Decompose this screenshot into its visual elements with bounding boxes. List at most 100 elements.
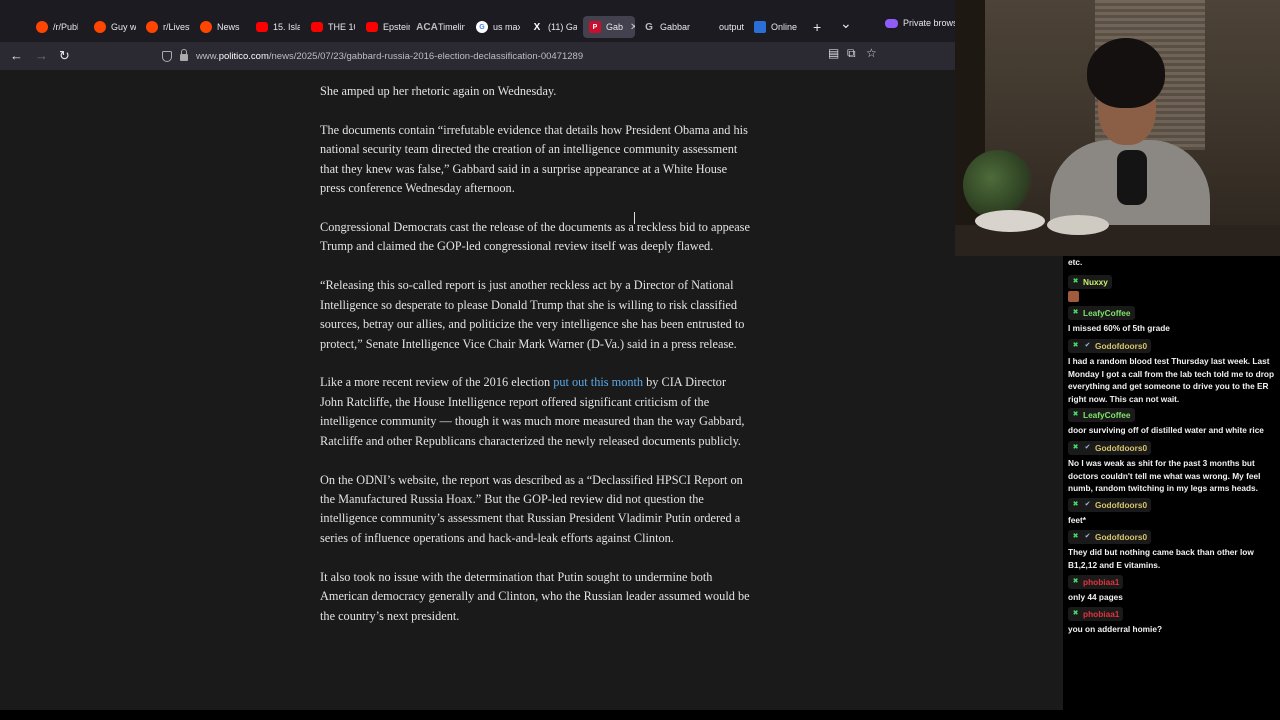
new-tab-button[interactable]: + bbox=[813, 18, 821, 36]
tab-label: Guy wi bbox=[111, 22, 136, 32]
chat-username-chip[interactable]: ✖ ✔ Godofdoors0 bbox=[1068, 530, 1152, 545]
tab-label: News bbox=[217, 22, 240, 32]
browser-tab[interactable]: P Gab ✕ bbox=[583, 16, 635, 38]
reddit-icon bbox=[36, 21, 48, 33]
docs-icon bbox=[754, 21, 766, 33]
browser-tab[interactable]: /r/Publ bbox=[30, 16, 78, 38]
tab-label: output bbox=[719, 22, 744, 32]
blank-icon bbox=[712, 21, 714, 33]
browser-tab[interactable]: Epstein bbox=[360, 16, 410, 38]
forward-button[interactable]: → bbox=[35, 47, 48, 65]
chat-message: ✖ phobiaa1 you on adderral homie? bbox=[1068, 606, 1280, 636]
chat-username: Godofdoors0 bbox=[1095, 532, 1148, 542]
article-paragraph: Congressional Democrats cast the release… bbox=[320, 220, 750, 254]
google-icon: G bbox=[476, 21, 488, 33]
tab-label: 15. Isla bbox=[273, 22, 300, 32]
chat-message: ✖ LeafyCoffee door surviving off of distil… bbox=[1068, 407, 1280, 437]
tab-label: Gab bbox=[606, 22, 624, 32]
webcam-plate bbox=[975, 210, 1045, 232]
browser-tab[interactable]: Guy wi bbox=[88, 16, 136, 38]
chat-username: Nuxxy bbox=[1083, 277, 1108, 287]
chat-username-chip[interactable]: ✖ ✔ Godofdoors0 bbox=[1068, 441, 1152, 456]
grok-icon: G bbox=[645, 21, 653, 33]
browser-tab[interactable]: r/Livest bbox=[140, 16, 190, 38]
lock-icon[interactable] bbox=[180, 49, 188, 61]
chat-badge-icon: ✖ bbox=[1072, 309, 1079, 316]
tab-list-button[interactable]: ⌄ bbox=[840, 14, 852, 32]
back-button[interactable]: ← bbox=[10, 47, 23, 65]
chat-username-chip[interactable]: ✖ LeafyCoffee bbox=[1068, 408, 1135, 423]
tab-label: /r/Publ bbox=[53, 22, 78, 32]
chat-message-text: door surviving off of distilled water an… bbox=[1068, 425, 1264, 436]
chat-message-text: I had a random blood test Thursday last … bbox=[1068, 356, 1275, 404]
article-link-put-out-this-month[interactable]: put out this month bbox=[553, 375, 643, 389]
article-paragraph: It also took no issue with the determina… bbox=[320, 569, 750, 623]
chat-message-text: only 44 pages bbox=[1068, 592, 1123, 603]
chat-message: ✖ ✔ Godofdoors0 feet* bbox=[1068, 497, 1280, 527]
article-paragraph: “Releasing this so-called report is just… bbox=[320, 278, 745, 351]
article-paragraph: Like a more recent review of the 2016 el… bbox=[320, 373, 750, 451]
chat-username: Godofdoors0 bbox=[1095, 443, 1148, 453]
webcam-overlay bbox=[955, 0, 1280, 256]
verified-check-icon: ✔ bbox=[1084, 444, 1091, 451]
browser-tab[interactable]: ACA Timelin bbox=[415, 16, 465, 38]
navigation-toolbar: ← → ↻ www.politico.com/news/2025/07/23/g… bbox=[0, 42, 1063, 70]
private-label: Private browsi bbox=[903, 18, 960, 28]
browser-tab[interactable]: G Gabbar bbox=[637, 16, 697, 38]
tab-label: THE 10 bbox=[328, 22, 355, 32]
article-page[interactable]: She amped up her rhetoric again on Wedne… bbox=[0, 70, 1063, 710]
chat-username: Godofdoors0 bbox=[1095, 341, 1148, 351]
reader-view-icon[interactable]: ▤ bbox=[828, 46, 839, 60]
chat-message-text: No I was weak as shit for the past 3 mon… bbox=[1068, 458, 1261, 494]
bookmark-star-icon[interactable]: ☆ bbox=[866, 46, 877, 60]
tab-strip: /r/Publ Guy wi r/Livest News 15. Isla THE 10 E… bbox=[0, 0, 1063, 42]
reload-button[interactable]: ↻ bbox=[59, 47, 70, 65]
chat-message-text: They did but nothing came back than othe… bbox=[1068, 547, 1254, 570]
browser-tab[interactable]: 15. Isla bbox=[250, 16, 300, 38]
tab-label: us max bbox=[493, 22, 520, 32]
browser-tab[interactable]: News bbox=[194, 16, 244, 38]
chat-badge-icon: ✖ bbox=[1072, 533, 1079, 540]
x-icon: X bbox=[533, 21, 541, 33]
browser-tab[interactable]: X (11) Ga bbox=[525, 16, 577, 38]
tab-label: Timelin bbox=[438, 22, 465, 32]
chat-username: LeafyCoffee bbox=[1083, 308, 1131, 318]
screenshot-icon[interactable]: ⧉ bbox=[847, 46, 856, 61]
politico-icon: P bbox=[589, 21, 601, 33]
webcam-plant bbox=[963, 150, 1033, 220]
chat-message: ✖ ✔ Godofdoors0 No I was weak as shit for t… bbox=[1068, 440, 1280, 495]
tracking-shield-icon[interactable] bbox=[162, 50, 172, 62]
chat-username-chip[interactable]: ✖ phobiaa1 bbox=[1068, 575, 1124, 590]
url-path: /news/2025/07/23/gabbard-russia-2016-ele… bbox=[268, 50, 584, 62]
browser-tab[interactable]: Online bbox=[748, 16, 808, 38]
url-text[interactable]: www.politico.com/news/2025/07/23/gabbard… bbox=[196, 51, 583, 62]
url-domain: politico.com bbox=[218, 50, 269, 62]
chat-badge-icon: ✖ bbox=[1072, 411, 1079, 418]
chat-username-chip[interactable]: ✖ phobiaa1 bbox=[1068, 607, 1124, 622]
private-browsing-indicator: Private browsi bbox=[885, 18, 960, 28]
chat-username-chip[interactable]: ✖ LeafyCoffee bbox=[1068, 306, 1135, 321]
tab-close-icon[interactable]: ✕ bbox=[630, 22, 635, 33]
reddit-icon bbox=[94, 21, 106, 33]
article-paragraph: On the ODNI’s website, the report was de… bbox=[320, 472, 743, 545]
tab-label: r/Livest bbox=[163, 22, 190, 32]
chat-message: ✖ ✔ Godofdoors0 I had a random blood test T… bbox=[1068, 338, 1280, 405]
youtube-icon bbox=[366, 22, 378, 32]
chat-badge-icon: ✖ bbox=[1072, 278, 1079, 285]
url-bar[interactable]: www.politico.com/news/2025/07/23/gabbard… bbox=[152, 45, 887, 67]
chat-username-chip[interactable]: ✖ ✔ Godofdoors0 bbox=[1068, 339, 1152, 354]
chat-badge-icon: ✖ bbox=[1072, 444, 1079, 451]
url-prefix: www. bbox=[196, 50, 219, 62]
browser-tab[interactable]: THE 10 bbox=[305, 16, 355, 38]
chat-username: LeafyCoffee bbox=[1083, 410, 1131, 420]
chat-badge-icon: ✖ bbox=[1072, 578, 1079, 585]
browser-tab[interactable]: Gus max bbox=[470, 16, 520, 38]
chat-message: ✖ Nuxxy bbox=[1068, 274, 1280, 303]
chat-username-chip[interactable]: ✖ ✔ Godofdoors0 bbox=[1068, 498, 1152, 513]
text-cursor-icon bbox=[634, 212, 640, 224]
tab-label: Epstein bbox=[383, 22, 410, 32]
browser-tab[interactable]: output bbox=[706, 16, 744, 38]
chat-username-chip[interactable]: ✖ Nuxxy bbox=[1068, 275, 1112, 290]
chat-message: ✖ ✔ Godofdoors0 They did but nothing came b… bbox=[1068, 529, 1280, 571]
microphone bbox=[1117, 150, 1147, 205]
